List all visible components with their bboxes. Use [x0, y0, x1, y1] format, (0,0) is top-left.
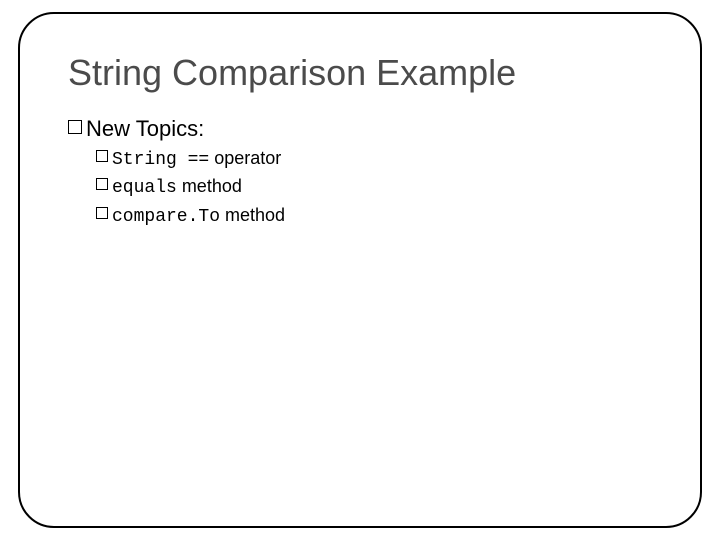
square-bullet-icon — [68, 120, 82, 134]
text-span: operator — [209, 148, 281, 168]
square-bullet-icon — [96, 178, 108, 190]
bullet-level2-text: compare.To method — [112, 203, 285, 229]
slide-content: String Comparison Example New Topics: St… — [20, 14, 700, 251]
code-span: compare.To — [112, 207, 220, 227]
bullet-level2: compare.To method — [96, 203, 660, 229]
slide-title: String Comparison Example — [68, 52, 660, 94]
square-bullet-icon — [96, 207, 108, 219]
code-span: equals — [112, 178, 177, 198]
text-span: method — [220, 205, 285, 225]
bullet-level2: equals method — [96, 174, 660, 200]
text-span: method — [177, 176, 242, 196]
slide-frame: String Comparison Example New Topics: St… — [18, 12, 702, 528]
bullet-level2: String == operator — [96, 146, 660, 172]
bullet-level1: New Topics: — [68, 116, 660, 142]
bullet-level2-text: equals method — [112, 174, 242, 200]
square-bullet-icon — [96, 150, 108, 162]
bullet-level1-label: New Topics: — [86, 116, 204, 142]
code-span: String == — [112, 150, 209, 170]
bullet-level2-text: String == operator — [112, 146, 281, 172]
